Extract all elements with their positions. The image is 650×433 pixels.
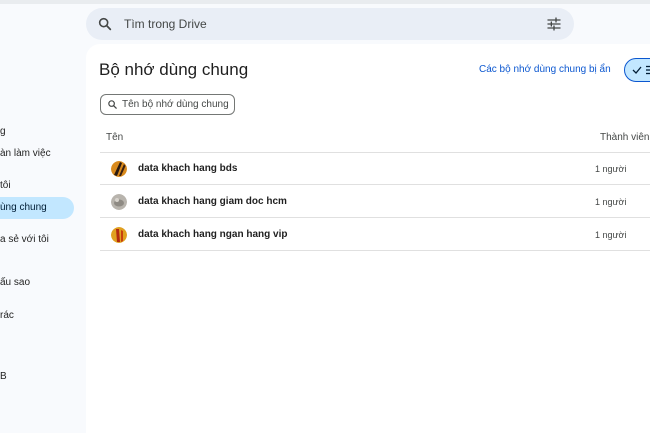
sidebar: g àn làm việc tôi ùng chung a sẻ với tôi… <box>0 60 86 433</box>
search-icon <box>108 100 117 109</box>
member-count: 1 người <box>595 164 627 174</box>
sidebar-dot <box>0 107 4 111</box>
shared-drive-name[interactable]: data khach hang giam doc hcm <box>138 196 287 207</box>
shared-drive-name[interactable]: data khach hang bds <box>138 163 237 174</box>
sidebar-item-my-drive[interactable]: tôi <box>0 176 11 196</box>
shared-drive-avatar <box>111 227 127 243</box>
search-input[interactable]: Tìm trong Drive <box>124 17 207 31</box>
shared-drive-avatar <box>111 161 127 177</box>
tune-icon[interactable] <box>546 16 562 32</box>
top-strip <box>0 0 650 4</box>
list-view-icon <box>646 65 650 75</box>
shared-drive-avatar <box>111 194 127 210</box>
table-row[interactable]: data khach hang giam doc hcm 1 người <box>100 186 650 218</box>
column-header-name[interactable]: Tên <box>106 132 123 143</box>
page-title: Bộ nhớ dùng chung <box>99 60 249 79</box>
sidebar-item-workspace[interactable]: àn làm việc <box>0 144 51 164</box>
table-row[interactable]: data khach hang ngan hang vip 1 người <box>100 219 650 251</box>
view-toggle-button[interactable] <box>624 58 650 82</box>
filter-input[interactable]: Tên bộ nhớ dùng chung <box>122 99 229 110</box>
shared-drive-name-filter[interactable]: Tên bộ nhớ dùng chung <box>100 94 235 115</box>
main-panel: Bộ nhớ dùng chung Các bộ nhớ dùng chung … <box>86 44 650 433</box>
sidebar-item-storage-top[interactable]: g <box>0 122 6 142</box>
search-icon[interactable] <box>97 16 113 32</box>
check-icon <box>632 66 642 74</box>
sidebar-item-starred[interactable]: ấu sao <box>0 273 30 293</box>
member-count: 1 người <box>595 197 627 207</box>
search-bar[interactable]: Tìm trong Drive <box>86 8 574 40</box>
member-count: 1 người <box>595 230 627 240</box>
sidebar-storage-text: B <box>0 371 7 382</box>
sidebar-item-shared-with-me[interactable]: a sẻ với tôi <box>0 230 49 250</box>
hidden-shared-drives-link[interactable]: Các bộ nhớ dùng chung bị ẩn <box>479 64 611 75</box>
sidebar-item-shared-drives[interactable]: ùng chung <box>0 197 74 219</box>
column-header-members[interactable]: Thành viên <box>600 132 649 143</box>
shared-drive-name[interactable]: data khach hang ngan hang vip <box>138 229 287 240</box>
table-row[interactable]: data khach hang bds 1 người <box>100 153 650 185</box>
sidebar-item-trash[interactable]: rác <box>0 306 14 326</box>
